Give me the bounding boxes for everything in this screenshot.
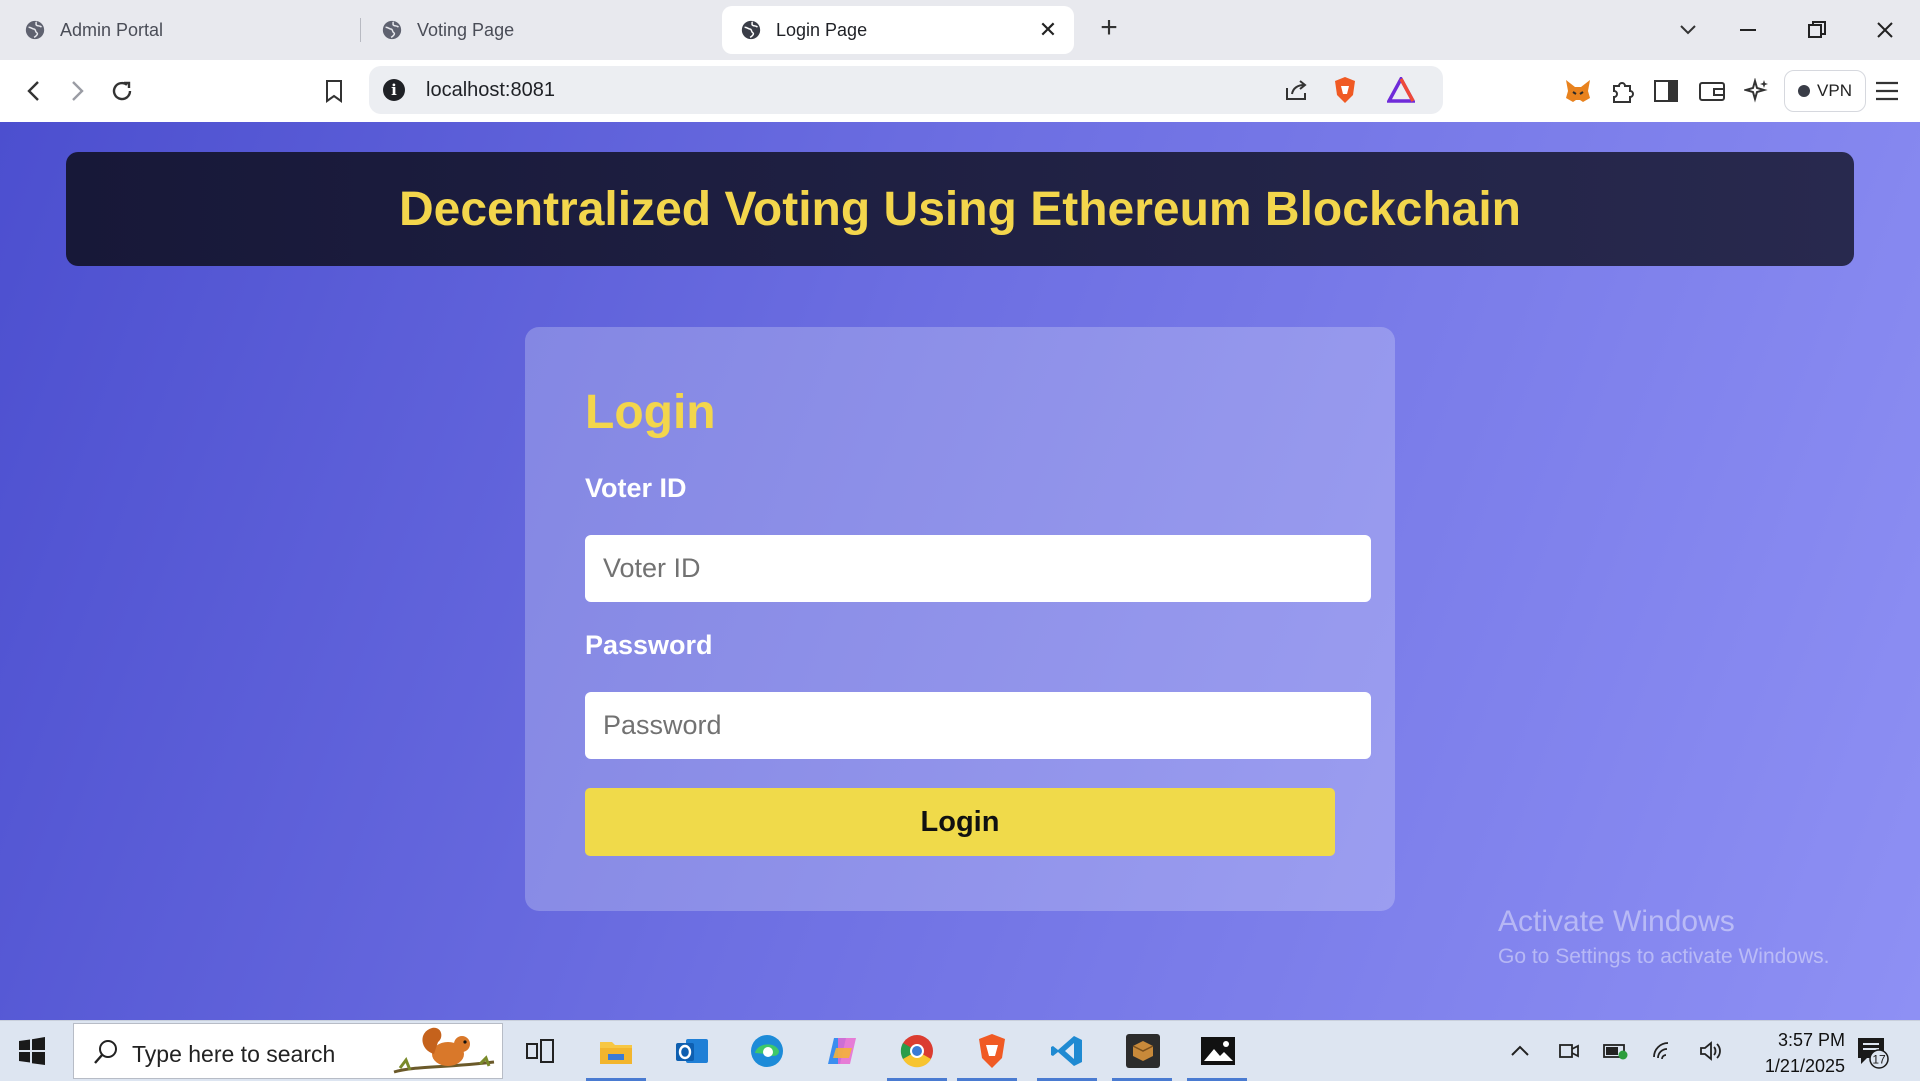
login-card: Login Voter ID Password Login: [525, 327, 1395, 911]
wallet-icon[interactable]: [1696, 75, 1728, 107]
notification-center-icon[interactable]: 17: [1855, 1035, 1889, 1069]
copilot-icon[interactable]: [821, 1030, 863, 1072]
forward-button[interactable]: [60, 74, 94, 108]
page-viewport: Decentralized Voting Using Ethereum Bloc…: [0, 122, 1920, 1020]
tab-label: Login Page: [776, 19, 868, 40]
login-heading: Login: [585, 386, 716, 439]
browser-toolbar: i localhost:8081 VPN: [0, 60, 1920, 123]
back-button[interactable]: [17, 74, 51, 108]
taskbar-search-box[interactable]: Type here to search: [73, 1023, 503, 1079]
reload-icon: [112, 81, 132, 101]
brave-icon[interactable]: [971, 1030, 1013, 1072]
login-button[interactable]: Login: [585, 788, 1335, 856]
vscode-icon[interactable]: [1046, 1030, 1088, 1072]
extensions-puzzle-icon[interactable]: [1607, 75, 1639, 107]
address-bar[interactable]: i localhost:8081: [369, 66, 1443, 114]
restore-button[interactable]: [1797, 10, 1837, 50]
volume-icon[interactable]: [1698, 1039, 1724, 1063]
browser-tab-strip: Admin Portal Voting Page Login Page ✕ +: [0, 0, 1920, 60]
virtualbox-icon[interactable]: [1122, 1030, 1164, 1072]
clock-date: 1/21/2025: [1764, 1056, 1845, 1076]
page-title: Decentralized Voting Using Ethereum Bloc…: [399, 182, 1521, 236]
tab-voting-page[interactable]: Voting Page: [381, 6, 711, 54]
notification-count: 17: [1872, 1053, 1886, 1067]
globe-icon: [741, 20, 761, 40]
windows-taskbar: Type here to search 3:57 PM 1/21/2025 17: [0, 1020, 1920, 1081]
tab-admin-portal[interactable]: Admin Portal: [24, 6, 354, 54]
address-url[interactable]: localhost:8081: [426, 79, 555, 102]
chrome-icon[interactable]: [896, 1030, 938, 1072]
tab-separator: [360, 18, 361, 42]
photos-icon[interactable]: [1197, 1030, 1239, 1072]
leo-ai-sparkle-icon[interactable]: [1741, 75, 1773, 107]
sidebar-toggle-icon[interactable]: [1650, 75, 1682, 107]
tab-search-chevron-icon[interactable]: [1668, 10, 1708, 50]
clock-time: 3:57 PM: [1777, 1030, 1845, 1050]
bookmark-button[interactable]: [317, 74, 351, 108]
file-explorer-icon[interactable]: [595, 1030, 637, 1072]
site-info-icon[interactable]: i: [383, 79, 405, 101]
system-clock[interactable]: 3:57 PM 1/21/2025: [1735, 1027, 1845, 1079]
globe-icon: [25, 20, 45, 40]
watermark-line-1: Activate Windows: [1498, 905, 1735, 938]
search-placeholder: Type here to search: [132, 1041, 336, 1067]
activate-windows-watermark: Activate Windows Go to Settings to activ…: [1498, 905, 1830, 969]
hamburger-menu-icon[interactable]: [1871, 75, 1903, 107]
vpn-status-icon: [1798, 85, 1811, 97]
task-view-icon[interactable]: [519, 1030, 561, 1072]
close-window-button[interactable]: [1865, 10, 1905, 50]
forward-arrow-icon: [72, 81, 84, 101]
brave-shields-icon[interactable]: [1329, 74, 1361, 106]
voter-id-label: Voter ID: [585, 473, 687, 503]
tab-label: Admin Portal: [60, 19, 164, 40]
globe-icon: [382, 20, 402, 40]
outlook-icon[interactable]: [671, 1030, 713, 1072]
bookmark-icon: [326, 80, 342, 103]
header-banner: Decentralized Voting Using Ethereum Bloc…: [66, 152, 1854, 266]
back-arrow-icon: [27, 81, 39, 101]
close-tab-icon[interactable]: ✕: [1036, 18, 1060, 42]
tab-label: Voting Page: [417, 19, 515, 40]
password-label: Password: [585, 630, 713, 660]
edge-icon[interactable]: [746, 1030, 788, 1072]
vpn-label: VPN: [1817, 81, 1852, 100]
reload-button[interactable]: [105, 74, 139, 108]
meet-now-icon[interactable]: [1556, 1039, 1582, 1063]
watermark-line-2: Go to Settings to activate Windows.: [1498, 945, 1830, 968]
wifi-icon[interactable]: [1651, 1039, 1677, 1063]
squirrel-illustration-icon: [393, 1027, 495, 1074]
windows-start-icon[interactable]: [18, 1037, 46, 1065]
show-hidden-icons-chevron-icon[interactable]: [1508, 1039, 1532, 1063]
new-tab-button[interactable]: +: [1094, 13, 1124, 44]
metamask-fox-icon[interactable]: [1562, 75, 1594, 107]
share-icon[interactable]: [1281, 74, 1313, 106]
tab-login-page[interactable]: Login Page ✕: [722, 6, 1074, 54]
minimize-button[interactable]: [1728, 10, 1768, 50]
search-icon: [94, 1040, 117, 1064]
password-input[interactable]: [585, 692, 1371, 759]
brave-rewards-icon[interactable]: [1385, 74, 1417, 106]
battery-charging-icon[interactable]: [1603, 1039, 1629, 1063]
voter-id-input[interactable]: [585, 535, 1371, 602]
vpn-button[interactable]: VPN: [1784, 70, 1866, 112]
